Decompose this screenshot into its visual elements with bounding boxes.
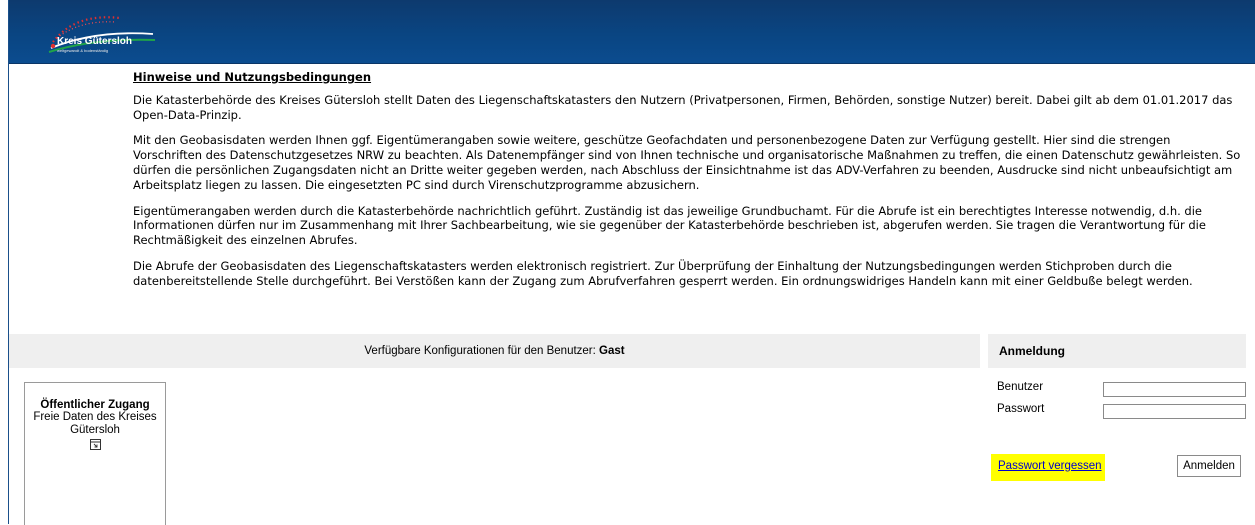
password-input[interactable] xyxy=(1103,404,1246,419)
terms-paragraph: Die Katasterbehörde des Kreises Güterslo… xyxy=(133,92,1233,122)
configurations-user: Gast xyxy=(599,345,625,357)
configurations-bar: Verfügbare Konfigurationen für den Benut… xyxy=(9,334,980,368)
terms-paragraph: Mit den Geobasisdaten werden Ihnen ggf. … xyxy=(133,133,1241,192)
login-button[interactable]: Anmelden xyxy=(1177,455,1241,477)
login-header: Anmeldung xyxy=(988,334,1246,368)
forgot-password-link[interactable]: Passwort vergessen xyxy=(998,460,1102,472)
terms-section: Hinweise und Nutzungsbedingungen Die Kat… xyxy=(133,70,1243,300)
window-link-icon[interactable] xyxy=(89,439,101,450)
username-label: Benutzer xyxy=(997,381,1044,393)
logo-name: Kreis Gütersloh xyxy=(57,36,133,47)
password-label: Passwort xyxy=(997,403,1045,415)
forgot-password-highlight: Passwort vergessen xyxy=(991,454,1105,481)
config-card-subtitle: Freie Daten des Kreises Gütersloh xyxy=(33,411,157,436)
terms-paragraph: Eigentümerangaben werden durch die Katas… xyxy=(133,203,1206,248)
config-card-public[interactable]: Öffentlicher Zugang Freie Daten des Krei… xyxy=(24,382,166,525)
configurations-label: Verfügbare Konfigurationen für den Benut… xyxy=(364,345,600,357)
logo-tagline: weltgewandt & bodenständig xyxy=(57,48,109,53)
header-bar: Kreis Gütersloh weltgewandt & bodenständ… xyxy=(9,0,1255,64)
config-card-title: Öffentlicher Zugang xyxy=(40,399,150,411)
terms-title: Hinweise und Nutzungsbedingungen xyxy=(133,70,372,84)
username-input[interactable] xyxy=(1103,382,1246,397)
terms-paragraph: Die Abrufe der Geobasisdaten des Liegens… xyxy=(133,258,1193,288)
